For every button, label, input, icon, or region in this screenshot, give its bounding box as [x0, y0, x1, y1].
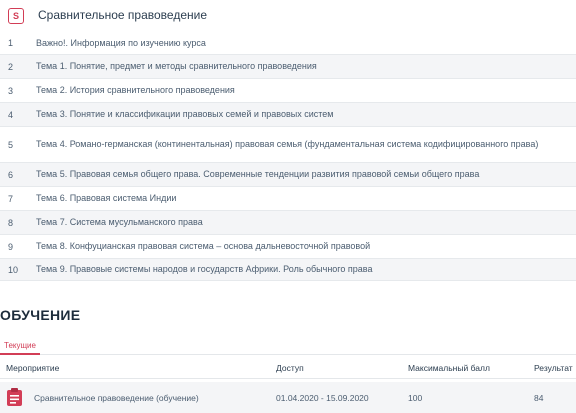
topic-number: 3: [8, 85, 14, 96]
topic-link[interactable]: Тема 7. Система мусульманского права: [36, 217, 576, 228]
topic-number: 8: [8, 217, 14, 228]
topic-number: 9: [8, 241, 14, 252]
tab-bar: Текущие: [0, 336, 576, 355]
topic-link[interactable]: Тема 5. Правовая семья общего права. Сов…: [36, 169, 576, 180]
topic-row[interactable]: 8 Тема 7. Система мусульманского права: [0, 211, 576, 235]
topic-link[interactable]: Тема 6. Правовая система Индии: [36, 193, 576, 204]
topic-row[interactable]: 4 Тема 3. Понятие и классификации правов…: [0, 103, 576, 127]
topic-link[interactable]: Тема 4. Романо-германская (континентальн…: [36, 139, 576, 150]
topic-row[interactable]: 9 Тема 8. Конфуцианская правовая система…: [0, 235, 576, 259]
topic-link[interactable]: Тема 2. История сравнительного правоведе…: [36, 85, 576, 96]
events-table-header: Мероприятие Доступ Максимальный балл Рез…: [0, 358, 576, 379]
column-header-access[interactable]: Доступ: [276, 358, 304, 378]
topic-link[interactable]: Тема 3. Понятие и классификации правовых…: [36, 109, 576, 120]
topic-number: 6: [8, 169, 14, 180]
topic-number: 1: [8, 38, 14, 48]
topic-row[interactable]: 5 Тема 4. Романо-германская (континентал…: [0, 127, 576, 163]
table-row[interactable]: Сравнительное правоведение (обучение) 01…: [0, 382, 576, 413]
topic-link[interactable]: Тема 8. Конфуцианская правовая система –…: [36, 241, 576, 252]
document-s-icon: S: [8, 8, 24, 24]
column-header-event[interactable]: Мероприятие: [6, 358, 59, 378]
topic-number: 5: [8, 139, 14, 150]
event-name-link[interactable]: Сравнительное правоведение (обучение): [34, 382, 199, 413]
topic-row[interactable]: 6 Тема 5. Правовая семья общего права. С…: [0, 163, 576, 187]
event-access: 01.04.2020 - 15.09.2020: [276, 392, 369, 403]
course-title[interactable]: Сравнительное правоведение: [38, 8, 207, 22]
section-title: ОБУЧЕНИЕ: [0, 307, 81, 323]
topic-link[interactable]: Тема 1. Понятие, предмет и методы сравни…: [36, 61, 576, 72]
topic-row[interactable]: 3 Тема 2. История сравнительного правове…: [0, 79, 576, 103]
course-header: S Сравнительное правоведение: [0, 0, 576, 30]
topic-row[interactable]: 10 Тема 9. Правовые системы народов и го…: [0, 259, 576, 281]
topic-row[interactable]: 2 Тема 1. Понятие, предмет и методы срав…: [0, 55, 576, 79]
tab-current[interactable]: Текущие: [0, 338, 40, 355]
column-header-max-score[interactable]: Максимальный балл: [408, 358, 490, 378]
topics-list: 1 Важно!. Информация по изучению курса 2…: [0, 32, 576, 281]
topic-row[interactable]: 7 Тема 6. Правовая система Индии: [0, 187, 576, 211]
topic-number: 10: [8, 264, 19, 275]
event-result: 84: [534, 392, 544, 403]
topic-number: 7: [8, 193, 14, 204]
column-header-result[interactable]: Результат: [534, 358, 573, 378]
topic-link[interactable]: Тема 9. Правовые системы народов и госуд…: [36, 264, 576, 275]
topic-number: 2: [8, 61, 14, 72]
clipboard-icon: [7, 388, 22, 406]
topic-row[interactable]: 1 Важно!. Информация по изучению курса: [0, 32, 576, 55]
topic-number: 4: [8, 109, 14, 120]
event-max-score: 100: [408, 392, 423, 403]
topic-link[interactable]: Важно!. Информация по изучению курса: [36, 38, 576, 49]
